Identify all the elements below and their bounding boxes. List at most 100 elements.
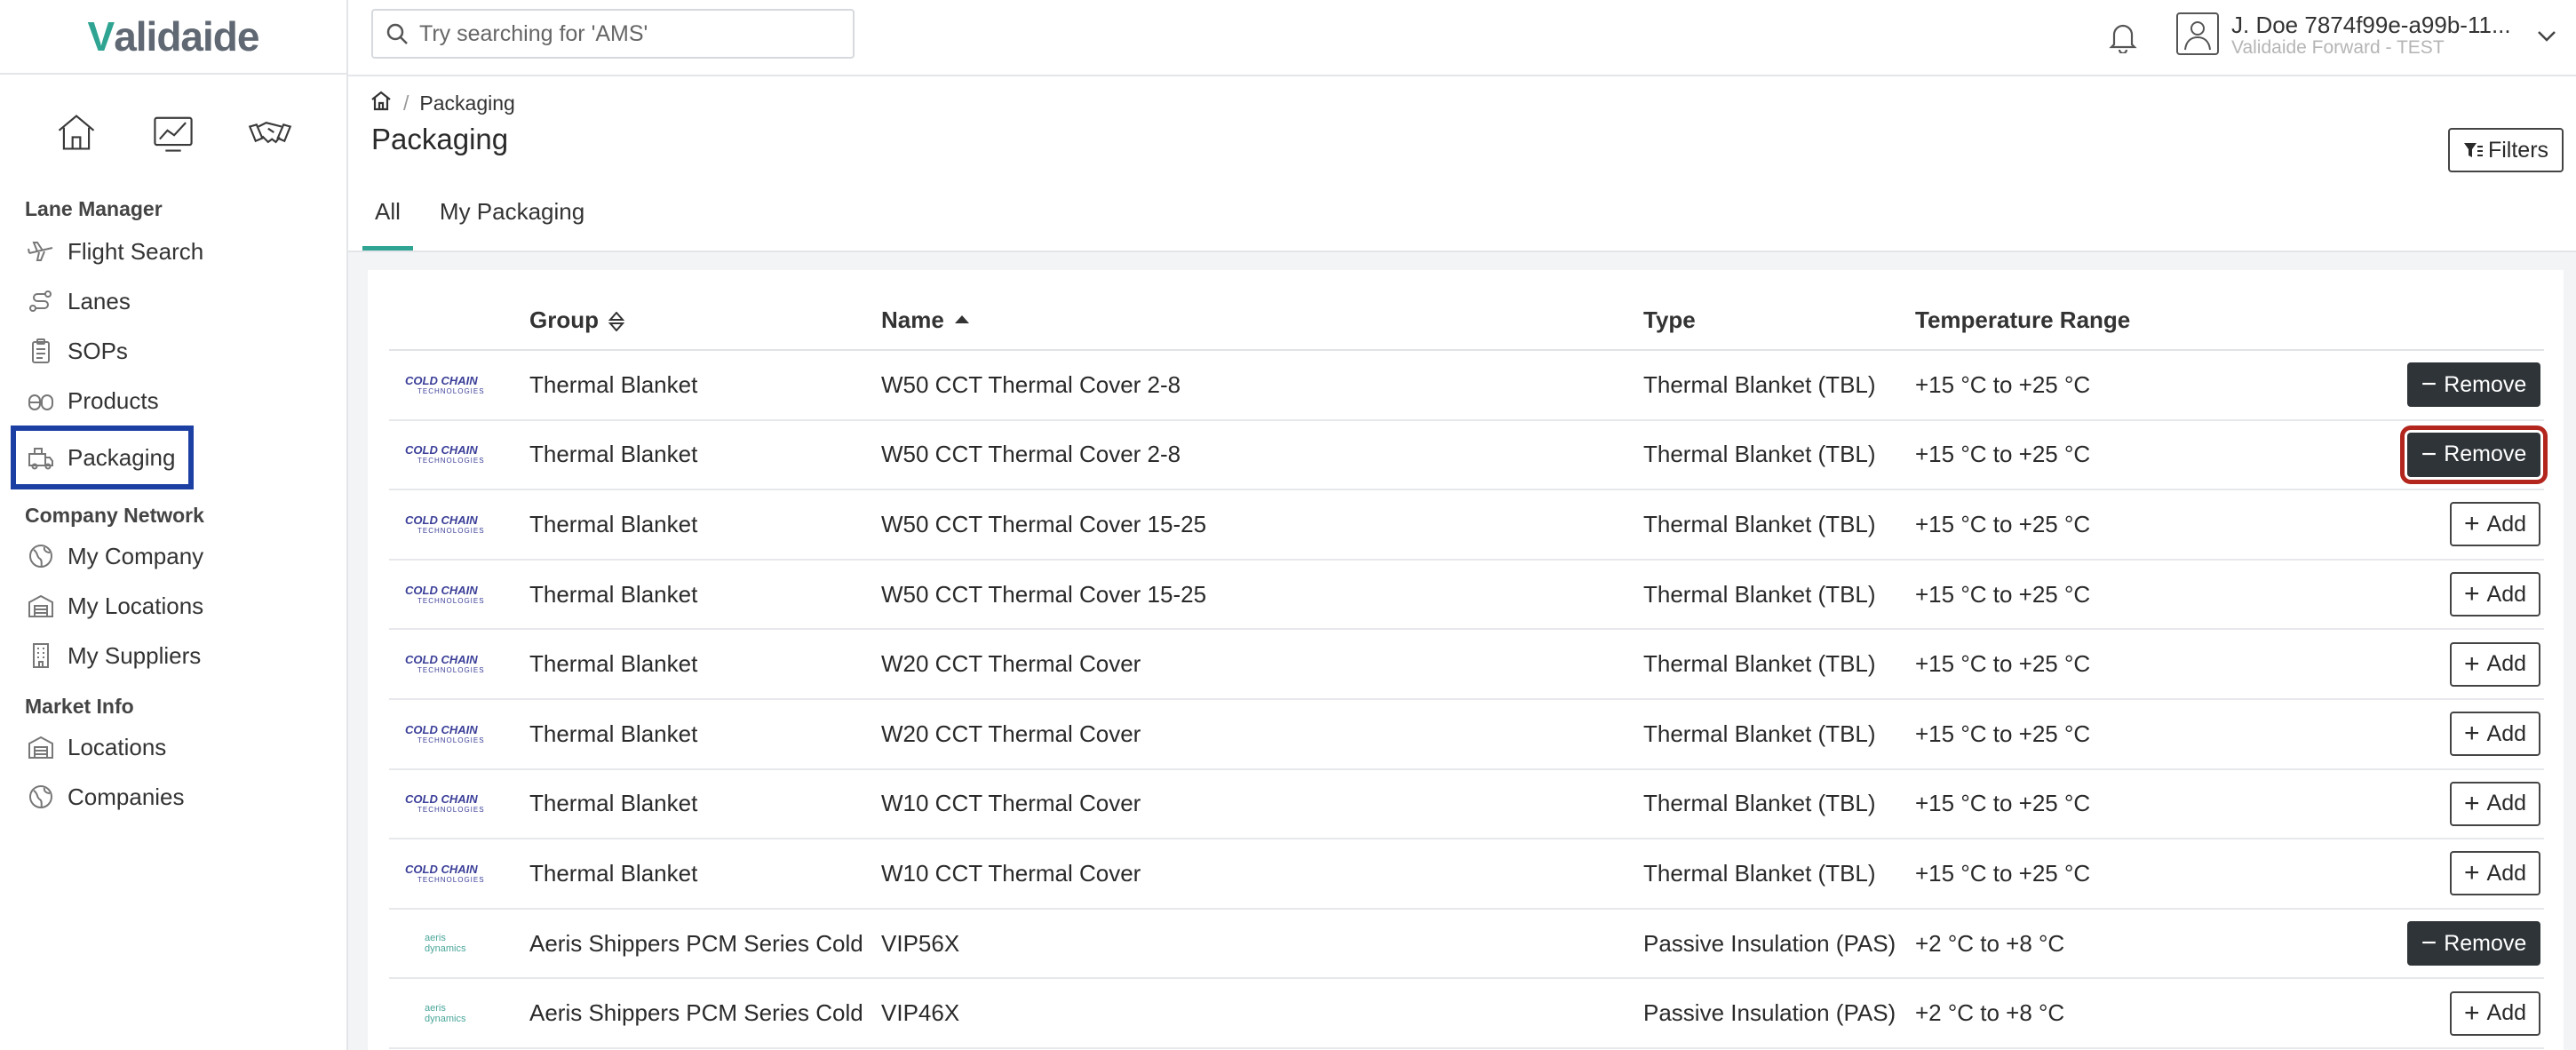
page-header: / Packaging Packaging Filters All My Pac…	[348, 76, 2576, 252]
plus-icon: +	[2463, 719, 2480, 749]
cell-temperature: +15 °C to +25 °C	[1915, 559, 2366, 631]
cell-action: + Add	[2366, 839, 2544, 910]
cell-type: Passive Insulation (PAS)	[1643, 908, 1915, 980]
plus-icon: +	[2463, 788, 2480, 818]
clipboard-icon	[32, 338, 50, 363]
truck-box-icon	[28, 448, 53, 470]
user-org: Validaide Forward - TEST	[2231, 37, 2445, 58]
brand-logo-cell: COLD CHAIN TECHNOLOGIES	[389, 419, 529, 491]
cell-action: + Add	[2366, 489, 2544, 561]
table-row: COLD CHAIN TECHNOLOGIES Thermal Blanket W10…	[389, 768, 2544, 840]
add-button[interactable]: + Add	[2450, 712, 2540, 757]
cell-name: W50 CCT Thermal Cover 2-8	[881, 350, 1643, 421]
brand-logo: COLD CHAIN TECHNOLOGIES	[405, 653, 485, 675]
cell-name: VIP46X	[881, 978, 1643, 1049]
plane-icon	[28, 242, 53, 261]
section-lane-manager: Lane Manager	[25, 197, 163, 220]
cell-temperature: +15 °C to +25 °C	[1915, 629, 2366, 700]
minus-icon: −	[2421, 370, 2437, 400]
cell-type: Thermal Blanket (TBL)	[1643, 489, 1915, 561]
cell-temperature: +2 °C to +8 °C	[1915, 978, 2366, 1049]
cell-name: VIP56X	[881, 908, 1643, 980]
brand-logo-cell: aeris dynamics	[389, 908, 529, 980]
cell-name: W20 CCT Thermal Cover	[881, 629, 1643, 700]
top-bar: Try searching for 'AMS' J. Doe 7874f99e-…	[348, 0, 2576, 76]
minus-icon: −	[2421, 439, 2437, 469]
tabs: All My Packaging	[362, 192, 611, 251]
brand-logo: COLD CHAIN TECHNOLOGIES	[405, 373, 485, 395]
user-menu[interactable]: J. Doe 7874f99e-a99b-11... Validaide For…	[2176, 12, 2511, 59]
table-row: aeris dynamics Aeris Shippers PCM Series C…	[389, 978, 2544, 1049]
sidebar-item-my-locations[interactable]: My Locations	[0, 581, 346, 631]
sidebar-item-sops[interactable]: SOPs	[0, 326, 346, 376]
column-name[interactable]: Name	[881, 291, 1643, 351]
analytics-icon[interactable]	[150, 109, 196, 160]
app-logo[interactable]: Validaide	[0, 0, 346, 75]
breadcrumb-separator: /	[403, 91, 409, 115]
cell-group: Aeris Shippers PCM Series Cold	[529, 908, 881, 980]
brand-logo-cell: COLD CHAIN TECHNOLOGIES	[389, 489, 529, 561]
table-row: COLD CHAIN TECHNOLOGIES Thermal Blanket W50…	[389, 350, 2544, 421]
search-input[interactable]: Try searching for 'AMS'	[419, 21, 648, 47]
pills-icon	[28, 394, 53, 410]
home-icon[interactable]	[53, 109, 99, 160]
brand-logo: COLD CHAIN TECHNOLOGIES	[405, 443, 485, 465]
remove-button[interactable]: − Remove	[2400, 425, 2548, 484]
add-button[interactable]: + Add	[2450, 781, 2540, 826]
search-box[interactable]: Try searching for 'AMS'	[371, 9, 855, 59]
tab-my-packaging[interactable]: My Packaging	[436, 192, 588, 251]
cell-action: − Remove	[2366, 908, 2544, 980]
cell-type: Passive Insulation (PAS)	[1643, 978, 1915, 1049]
table-header-row: Group Name Type Temperature Range	[389, 291, 2544, 351]
sidebar-item-flight-search[interactable]: Flight Search	[0, 227, 346, 276]
page-title: Packaging	[371, 123, 509, 155]
brand-logo: aeris dynamics	[425, 1002, 466, 1024]
handshake-icon[interactable]	[247, 109, 293, 160]
table-row: COLD CHAIN TECHNOLOGIES Thermal Blanket W50…	[389, 559, 2544, 631]
plus-icon: +	[2463, 648, 2480, 679]
cell-type: Thermal Blanket (TBL)	[1643, 559, 1915, 631]
column-group[interactable]: Group	[529, 291, 881, 351]
add-button[interactable]: + Add	[2450, 572, 2540, 617]
remove-button[interactable]: − Remove	[2407, 362, 2540, 408]
breadcrumb-home[interactable]	[370, 89, 393, 117]
cell-temperature: +15 °C to +25 °C	[1915, 489, 2366, 561]
add-button[interactable]: + Add	[2450, 502, 2540, 547]
remove-button[interactable]: − Remove	[2407, 921, 2540, 966]
column-logo	[389, 291, 529, 351]
avatar	[2176, 12, 2219, 55]
user-menu-toggle[interactable]	[2537, 30, 2556, 47]
add-button[interactable]: + Add	[2450, 990, 2540, 1036]
sidebar-item-lanes[interactable]: Lanes	[0, 276, 346, 326]
minus-icon: −	[2421, 928, 2437, 959]
quick-nav	[0, 103, 346, 165]
globe-icon	[29, 785, 52, 808]
filters-button[interactable]: Filters	[2448, 128, 2564, 172]
table-row: COLD CHAIN TECHNOLOGIES Thermal Blanket W50…	[389, 489, 2544, 561]
table-row: aeris dynamics Aeris Shippers PCM Series C…	[389, 908, 2544, 980]
sidebar-item-my-suppliers[interactable]: My Suppliers	[0, 631, 346, 680]
sidebar-item-products[interactable]: Products	[0, 376, 346, 426]
cell-action: + Add	[2366, 629, 2544, 700]
notifications-button[interactable]	[2107, 20, 2139, 58]
chevron-down-icon	[2538, 31, 2556, 42]
cell-group: Thermal Blanket	[529, 629, 881, 700]
sidebar-item-packaging[interactable]: Packaging	[11, 426, 194, 489]
add-button[interactable]: + Add	[2450, 641, 2540, 687]
packaging-table-card: Group Name Type Temperature Range COLD C…	[368, 270, 2564, 1050]
plus-icon: +	[2463, 509, 2480, 539]
brand-logo: aeris dynamics	[425, 933, 466, 955]
cell-temperature: +15 °C to +25 °C	[1915, 698, 2366, 770]
sidebar-item-my-company[interactable]: My Company	[0, 531, 346, 581]
brand-logo-cell: COLD CHAIN TECHNOLOGIES	[389, 698, 529, 770]
cell-name: W50 CCT Thermal Cover 15-25	[881, 489, 1643, 561]
table-row: COLD CHAIN TECHNOLOGIES Thermal Blanket W50…	[389, 419, 2548, 491]
tab-all[interactable]: All	[362, 192, 413, 251]
cell-type: Thermal Blanket (TBL)	[1643, 419, 1915, 491]
sidebar-item-companies[interactable]: Companies	[0, 772, 346, 822]
sidebar-item-locations[interactable]: Locations	[0, 722, 346, 772]
cell-type: Thermal Blanket (TBL)	[1643, 768, 1915, 840]
plus-icon: +	[2463, 579, 2480, 609]
add-button[interactable]: + Add	[2450, 851, 2540, 896]
cell-type: Thermal Blanket (TBL)	[1643, 350, 1915, 421]
